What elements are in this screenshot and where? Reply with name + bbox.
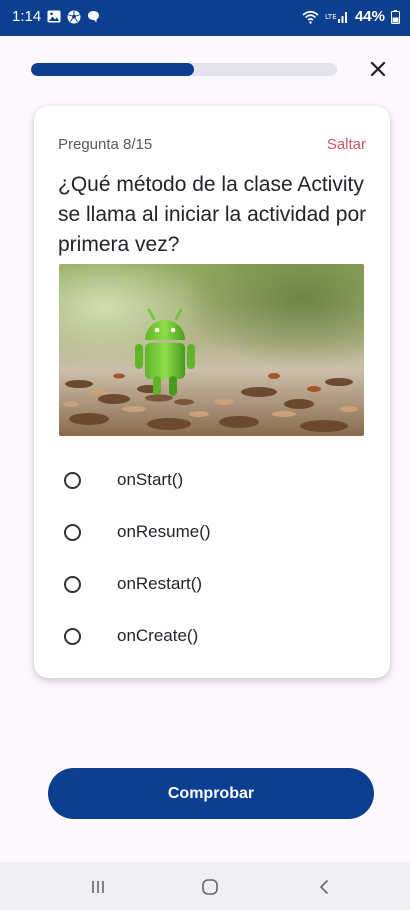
option-oncreate[interactable]: onCreate() — [64, 610, 364, 662]
radio-button[interactable] — [64, 575, 81, 593]
option-onstart[interactable]: onStart() — [64, 454, 364, 506]
status-bar-left: 1:14 — [12, 8, 100, 25]
gallery-icon — [47, 10, 61, 23]
chat-icon — [87, 10, 100, 23]
soccer-ball-icon — [67, 10, 81, 24]
skip-button[interactable]: Saltar — [327, 136, 366, 153]
android-robot-image — [59, 264, 364, 436]
quiz-progress-bar — [31, 63, 337, 76]
home-icon — [202, 879, 218, 895]
home-button[interactable] — [197, 874, 223, 900]
question-counter: Pregunta 8/15 — [58, 136, 153, 153]
option-onrestart[interactable]: onRestart() — [64, 558, 364, 610]
answer-options: onStart() onResume() onRestart() onCreat… — [64, 454, 364, 662]
status-bar-right: LTE 44% — [302, 8, 400, 25]
check-answer-button[interactable]: Comprobar — [48, 768, 374, 819]
battery-percent: 44% — [354, 8, 385, 25]
progress-row — [31, 56, 391, 82]
option-label: onStart() — [117, 470, 184, 489]
option-label: onCreate() — [117, 626, 199, 645]
radio-button[interactable] — [64, 471, 81, 489]
svg-text:LTE: LTE — [325, 13, 337, 21]
status-time: 1:14 — [12, 8, 42, 25]
system-nav-bar — [0, 862, 410, 910]
status-bar: 1:14 LTE 44% — [0, 0, 410, 36]
recent-apps-icon — [92, 881, 104, 893]
radio-button[interactable] — [64, 627, 81, 645]
lte-signal-icon: LTE — [325, 10, 349, 24]
close-button[interactable] — [365, 56, 391, 82]
recent-apps-button[interactable] — [85, 874, 111, 900]
question-text: ¿Qué método de la clase Activity se llam… — [58, 173, 367, 256]
quiz-progress-fill — [31, 63, 195, 76]
back-button[interactable] — [311, 874, 337, 900]
close-icon — [370, 61, 386, 77]
option-label: onRestart() — [117, 574, 203, 593]
option-onresume[interactable]: onResume() — [64, 506, 364, 558]
option-label: onResume() — [117, 522, 211, 541]
radio-button[interactable] — [64, 523, 81, 541]
battery-icon — [391, 9, 400, 24]
back-icon — [320, 880, 328, 894]
wifi-icon — [302, 10, 319, 24]
question-card: Pregunta 8/15 Saltar ¿Qué método de la c… — [34, 106, 390, 678]
